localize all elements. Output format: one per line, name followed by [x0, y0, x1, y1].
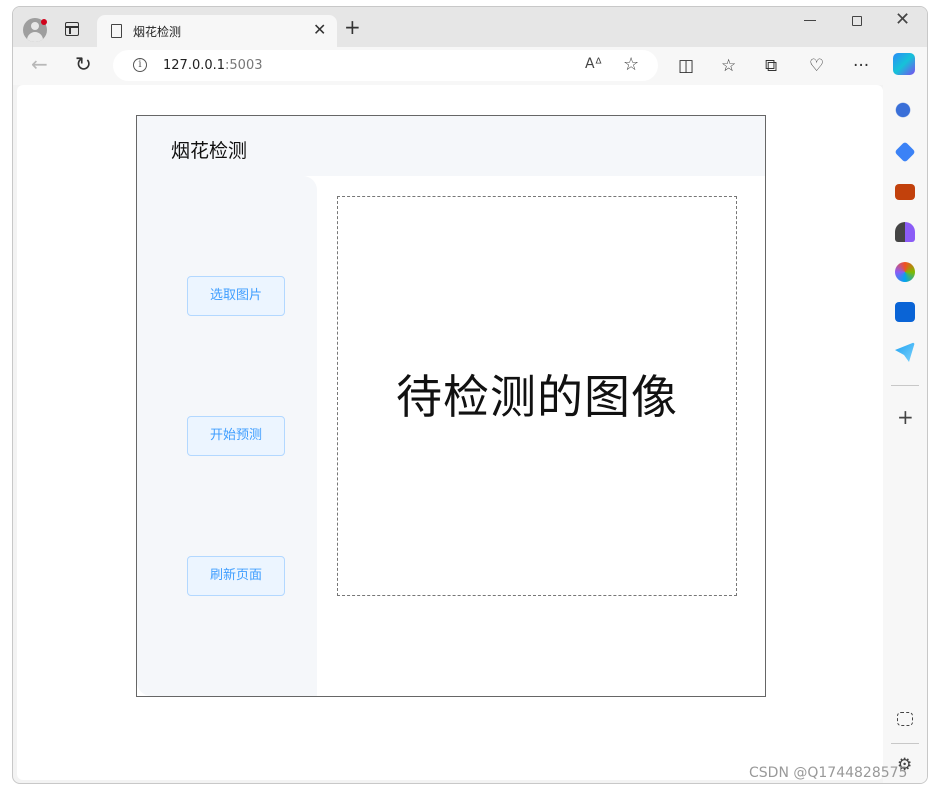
- site-info-icon[interactable]: i: [133, 58, 147, 72]
- new-tab-button[interactable]: +: [344, 17, 361, 37]
- tab-title: 烟花检测: [133, 25, 182, 39]
- browser-toolbar: ← ↻ i 127.0.0.1:5003 Aᐞ ☆ ◫ ☆ ⧉ ♡ ···: [13, 47, 927, 85]
- minimize-icon[interactable]: [804, 20, 816, 21]
- app-container: 烟花检测 选取图片 开始预测 刷新页面 待检测的图像: [136, 115, 766, 697]
- outlook-icon[interactable]: [895, 302, 915, 322]
- app-header: 烟花检测: [137, 116, 765, 176]
- sidebar-divider-bottom: [891, 743, 919, 744]
- address-bar[interactable]: i 127.0.0.1:5003 Aᐞ ☆: [113, 50, 658, 81]
- app-aside: 选取图片 开始预测 刷新页面: [137, 176, 317, 696]
- search-icon[interactable]: [895, 102, 915, 122]
- browser-window: 烟花检测 ✕ + ✕ ← ↻ i 127.0.0.1:5003 Aᐞ ☆ ◫ ☆…: [12, 6, 928, 784]
- collections-icon[interactable]: ⧉: [765, 57, 777, 75]
- tab-actions-icon[interactable]: [65, 22, 79, 36]
- favorites-icon[interactable]: ☆: [721, 57, 736, 75]
- telegram-icon[interactable]: [895, 342, 915, 362]
- favorite-star-icon[interactable]: ☆: [623, 54, 639, 75]
- active-tab[interactable]: 烟花检测 ✕: [97, 15, 337, 47]
- reload-icon[interactable]: ↻: [75, 53, 92, 75]
- add-sidebar-app-icon[interactable]: +: [897, 407, 914, 427]
- url-text[interactable]: 127.0.0.1:5003: [163, 58, 263, 73]
- preview-placeholder: 待检测的图像: [396, 370, 678, 424]
- split-screen-icon[interactable]: ◫: [678, 57, 694, 75]
- tab-strip: 烟花检测 ✕ + ✕: [13, 7, 927, 47]
- screenshot-icon[interactable]: [897, 712, 913, 726]
- tab-close-icon[interactable]: ✕: [313, 21, 326, 39]
- page-icon: [111, 24, 122, 38]
- edge-sidebar: + ⚙: [883, 85, 927, 783]
- sidebar-divider: [891, 385, 919, 386]
- profile-notification-dot: [41, 19, 47, 25]
- window-close-icon[interactable]: ✕: [895, 10, 910, 30]
- toolbox-icon[interactable]: [895, 184, 915, 200]
- copilot-icon[interactable]: [893, 53, 915, 75]
- refresh-page-button[interactable]: 刷新页面: [187, 556, 285, 596]
- image-preview-box: 待检测的图像: [337, 196, 737, 596]
- chess-icon[interactable]: [895, 222, 915, 242]
- browser-essentials-icon[interactable]: ♡: [809, 57, 824, 75]
- page-viewport: 烟花检测 选取图片 开始预测 刷新页面 待检测的图像: [17, 85, 883, 780]
- select-image-button[interactable]: 选取图片: [187, 276, 285, 316]
- office-icon[interactable]: [895, 262, 915, 282]
- start-predict-button[interactable]: 开始预测: [187, 416, 285, 456]
- page-title: 烟花检测: [171, 140, 248, 162]
- read-aloud-icon[interactable]: Aᐞ: [585, 56, 602, 72]
- back-icon[interactable]: ←: [31, 53, 48, 75]
- more-menu-icon[interactable]: ···: [853, 57, 869, 75]
- maximize-icon[interactable]: [852, 16, 862, 26]
- watermark: CSDN @Q1744828575: [749, 765, 908, 781]
- tag-icon[interactable]: [894, 141, 916, 163]
